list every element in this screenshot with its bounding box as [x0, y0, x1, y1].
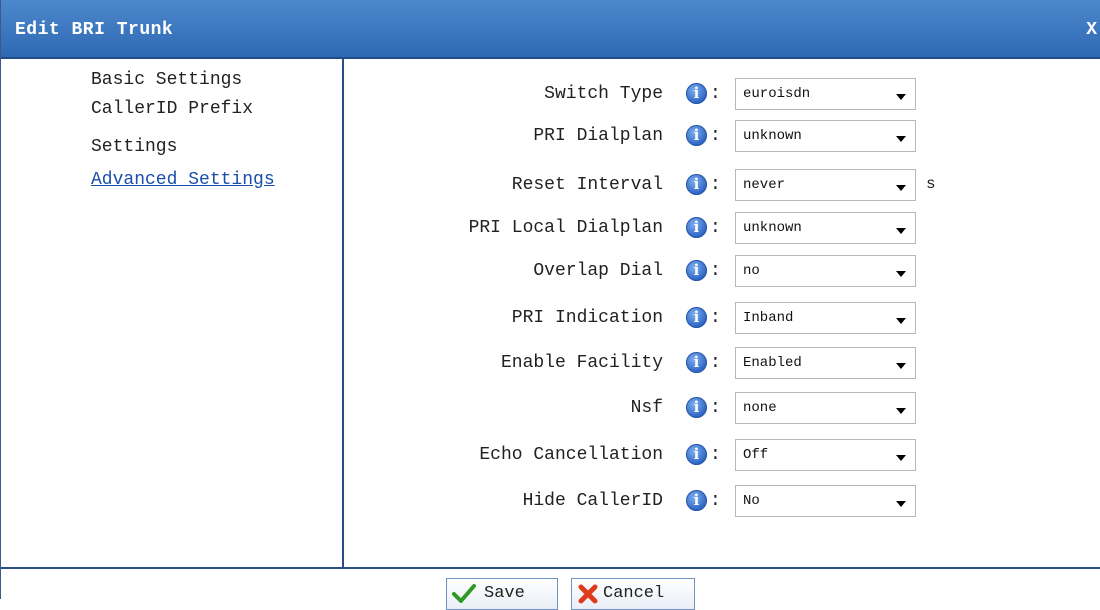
info-glyph: i: [693, 398, 700, 416]
overlap-dial-row: Overlap Dial i : no: [344, 253, 1100, 293]
settings-sidebar: Basic Settings CallerID Prefix Settings …: [1, 59, 344, 567]
switch-type-value: euroisdn: [743, 86, 811, 102]
nsf-label: Nsf: [630, 398, 663, 418]
colon: :: [710, 175, 721, 195]
enable-facility-row: Enable Facility i : Enabled: [344, 345, 1100, 385]
reset-interval-value: never: [743, 177, 786, 193]
dropdown-arrow-icon: [896, 455, 906, 461]
info-glyph: i: [693, 84, 700, 102]
info-icon[interactable]: i: [686, 125, 707, 146]
pri-dialplan-row: PRI Dialplan i : unknown: [344, 118, 1100, 158]
overlap-dial-select[interactable]: no: [735, 255, 916, 287]
colon: :: [710, 126, 721, 146]
info-glyph: i: [693, 353, 700, 371]
reset-interval-unit: s: [926, 175, 936, 193]
dropdown-arrow-icon: [896, 228, 906, 234]
hide-callerid-row: Hide CallerID i : No: [344, 483, 1100, 523]
switch-type-select[interactable]: euroisdn: [735, 78, 916, 110]
info-icon[interactable]: i: [686, 260, 707, 281]
colon: :: [710, 261, 721, 281]
info-icon[interactable]: i: [686, 307, 707, 328]
advanced-settings-form: Switch Type i : euroisdn PRI Dialplan i …: [344, 59, 1100, 567]
pri-dialplan-select[interactable]: unknown: [735, 120, 916, 152]
info-glyph: i: [693, 491, 700, 509]
nsf-select[interactable]: none: [735, 392, 916, 424]
info-icon[interactable]: i: [686, 352, 707, 373]
dialog-footer: Save Cancel: [1, 567, 1100, 610]
info-glyph: i: [693, 175, 700, 193]
close-icon[interactable]: X: [1086, 20, 1097, 40]
hide-callerid-select[interactable]: No: [735, 485, 916, 517]
colon: :: [710, 218, 721, 238]
overlap-dial-value: no: [743, 263, 760, 279]
pri-indication-row: PRI Indication i : Inband: [344, 300, 1100, 340]
pri-dialplan-label: PRI Dialplan: [533, 126, 663, 146]
info-icon[interactable]: i: [686, 490, 707, 511]
info-glyph: i: [693, 126, 700, 144]
enable-facility-label: Enable Facility: [500, 353, 663, 373]
save-label: Save: [484, 584, 525, 603]
echo-cancellation-select[interactable]: Off: [735, 439, 916, 471]
checkmark-icon: [452, 584, 476, 603]
info-icon[interactable]: i: [686, 174, 707, 195]
overlap-dial-label: Overlap Dial: [533, 261, 663, 281]
enable-facility-select[interactable]: Enabled: [735, 347, 916, 379]
colon: :: [710, 308, 721, 328]
echo-cancellation-label: Echo Cancellation: [479, 445, 663, 465]
pri-indication-value: Inband: [743, 310, 794, 326]
echo-cancellation-value: Off: [743, 447, 769, 463]
dropdown-arrow-icon: [896, 136, 906, 142]
hide-callerid-value: No: [743, 493, 760, 509]
info-icon[interactable]: i: [686, 217, 707, 238]
sidebar-item-advanced-settings[interactable]: Advanced Settings: [91, 168, 275, 192]
colon: :: [710, 491, 721, 511]
dropdown-arrow-icon: [896, 271, 906, 277]
switch-type-row: Switch Type i : euroisdn: [344, 76, 1100, 116]
pri-local-dialplan-value: unknown: [743, 220, 802, 236]
pri-indication-select[interactable]: Inband: [735, 302, 916, 334]
dropdown-arrow-icon: [896, 94, 906, 100]
nsf-value: none: [743, 400, 777, 416]
sidebar-item-basic-settings[interactable]: Basic Settings: [91, 68, 242, 92]
info-glyph: i: [693, 218, 700, 236]
pri-local-dialplan-row: PRI Local Dialplan i : unknown: [344, 210, 1100, 250]
dropdown-arrow-icon: [896, 318, 906, 324]
info-glyph: i: [693, 308, 700, 326]
cancel-button[interactable]: Cancel: [571, 578, 695, 610]
enable-facility-value: Enabled: [743, 355, 802, 371]
edit-bri-trunk-dialog: Edit BRI Trunk X Basic Settings CallerID…: [0, 0, 1100, 610]
hide-callerid-label: Hide CallerID: [522, 491, 663, 511]
sidebar-item-callerid-prefix-settings[interactable]: Settings: [91, 135, 177, 159]
colon: :: [710, 84, 721, 104]
dropdown-arrow-icon: [896, 363, 906, 369]
pri-local-dialplan-label: PRI Local Dialplan: [468, 218, 663, 238]
save-button[interactable]: Save: [446, 578, 558, 610]
dialog-title: Edit BRI Trunk: [15, 20, 174, 40]
colon: :: [710, 445, 721, 465]
dropdown-arrow-icon: [896, 185, 906, 191]
cross-icon: [578, 584, 598, 604]
info-glyph: i: [693, 261, 700, 279]
info-icon[interactable]: i: [686, 397, 707, 418]
dropdown-arrow-icon: [896, 501, 906, 507]
sidebar-item-callerid-prefix[interactable]: CallerID Prefix: [91, 97, 253, 121]
info-glyph: i: [693, 445, 700, 463]
pri-local-dialplan-select[interactable]: unknown: [735, 212, 916, 244]
info-icon[interactable]: i: [686, 83, 707, 104]
colon: :: [710, 353, 721, 373]
nsf-row: Nsf i : none: [344, 390, 1100, 430]
reset-interval-select[interactable]: never: [735, 169, 916, 201]
pri-dialplan-value: unknown: [743, 128, 802, 144]
dropdown-arrow-icon: [896, 408, 906, 414]
colon: :: [710, 398, 721, 418]
echo-cancellation-row: Echo Cancellation i : Off: [344, 437, 1100, 477]
info-icon[interactable]: i: [686, 444, 707, 465]
pri-indication-label: PRI Indication: [511, 308, 663, 328]
reset-interval-label: Reset Interval: [511, 175, 663, 195]
cancel-label: Cancel: [603, 584, 665, 603]
reset-interval-row: Reset Interval i : never s: [344, 167, 1100, 207]
switch-type-label: Switch Type: [544, 84, 663, 104]
title-bar: Edit BRI Trunk X: [1, 0, 1100, 59]
